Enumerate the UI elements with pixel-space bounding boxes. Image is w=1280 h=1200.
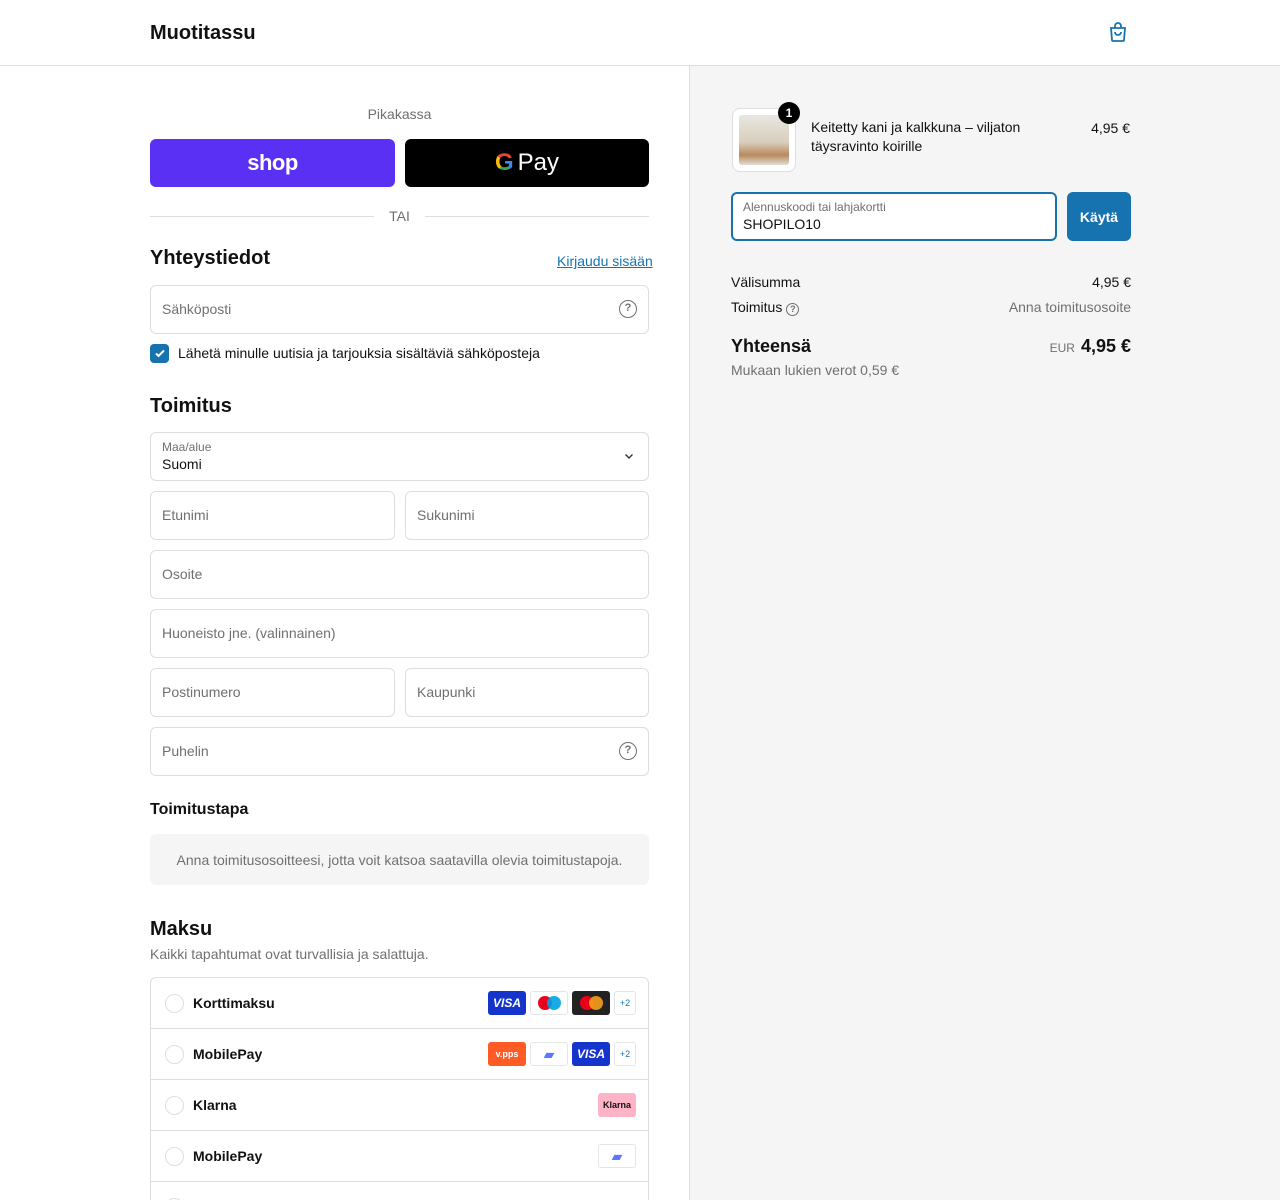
header: Muotitassu	[0, 0, 1280, 66]
checkmark-icon	[154, 349, 165, 358]
payment-option-label: MobilePay	[193, 1148, 263, 1164]
payment-heading: Maksu	[150, 918, 213, 940]
product-name: Keitetty kani ja kalkkuna – viljaton täy…	[811, 119, 1021, 154]
more-cards-badge: +2	[614, 1042, 636, 1066]
shipping-label: Toimitus	[731, 299, 783, 315]
shipping-row: Toimitus? Anna toimitusosoite	[731, 299, 1131, 319]
total-row: Yhteensä EUR 4,95 €	[731, 336, 1131, 357]
apartment-placeholder: Huoneisto jne. (valinnainen)	[162, 625, 336, 641]
maestro-icon	[530, 991, 568, 1015]
help-icon[interactable]: ?	[619, 742, 637, 760]
help-icon[interactable]: ?	[786, 303, 800, 316]
mobilepay-icon: ▰	[530, 1042, 568, 1066]
address-placeholder: Osoite	[162, 566, 203, 582]
first-name-placeholder: Etunimi	[162, 507, 209, 523]
shipping-method-info: Anna toimitusosoitteesi, jotta voit kats…	[150, 834, 649, 885]
mastercard-icon	[572, 991, 610, 1015]
login-link[interactable]: Kirjaudu sisään	[557, 253, 653, 269]
subtotal-value: 4,95 €	[1092, 274, 1131, 290]
mobilepay-icon: ▰	[598, 1144, 636, 1168]
payment-radio[interactable]	[165, 1147, 184, 1166]
country-select[interactable]: Maa/alue Suomi	[150, 432, 649, 481]
shopping-bag-icon[interactable]	[1106, 20, 1130, 44]
payment-methods: Korttimaksu VISA +2 MobilePay v.pps ▰ VI…	[150, 977, 649, 1200]
checkout-form: Pikakassa shop G Pay TAI Yhteystiedot Ki…	[0, 66, 689, 1200]
google-g-icon: G	[494, 149, 514, 176]
more-cards-badge: +2	[614, 991, 636, 1015]
google-pay-button[interactable]: G Pay	[405, 139, 649, 187]
chevron-down-icon	[625, 454, 633, 459]
order-summary: 1 Keitetty kani ja kalkkuna – viljaton t…	[689, 66, 1280, 1200]
last-name-field[interactable]: Sukunimi	[405, 491, 649, 540]
vipps-icon: v.pps	[488, 1042, 526, 1066]
apply-discount-button[interactable]: Käytä	[1067, 192, 1131, 241]
help-icon[interactable]: ?	[619, 300, 637, 318]
total-value: 4,95 €	[1080, 336, 1131, 356]
discount-value: SHOPILO10	[743, 216, 821, 232]
visa-icon: VISA	[488, 991, 526, 1015]
total-currency: EUR	[1049, 341, 1075, 355]
newsletter-row: Lähetä minulle uutisia ja tarjouksia sis…	[150, 343, 540, 363]
visa-icon: VISA	[572, 1042, 610, 1066]
phone-field[interactable]: Puhelin ?	[150, 727, 649, 776]
payment-option-card[interactable]: Korttimaksu VISA +2	[151, 978, 648, 1029]
express-checkout-title: Pikakassa	[367, 106, 432, 122]
last-name-placeholder: Sukunimi	[417, 507, 475, 523]
country-label: Maa/alue	[162, 440, 212, 454]
payment-option-label: MobilePay	[193, 1046, 263, 1062]
city-placeholder: Kaupunki	[417, 684, 476, 700]
klarna-icon: Klarna	[598, 1093, 636, 1117]
postal-code-field[interactable]: Postinumero	[150, 668, 395, 717]
payment-radio[interactable]	[165, 1096, 184, 1115]
address-field[interactable]: Osoite	[150, 550, 649, 599]
product-image	[739, 115, 789, 165]
quantity-badge: 1	[778, 102, 800, 124]
shop-pay-button[interactable]: shop	[150, 139, 395, 187]
contact-heading: Yhteystiedot	[150, 247, 271, 269]
shipping-method-heading: Toimitustapa	[150, 801, 249, 818]
discount-code-field[interactable]: Alennuskoodi tai lahjakortti SHOPILO10	[731, 192, 1057, 241]
payment-option-label: Klarna	[193, 1097, 237, 1113]
shipping-value: Anna toimitusosoite	[1008, 299, 1131, 315]
payment-option-mobilepay[interactable]: MobilePay v.pps ▰ VISA +2	[151, 1029, 648, 1080]
or-divider: TAI	[150, 206, 649, 226]
payment-option-klarna[interactable]: Klarna Klarna	[151, 1080, 648, 1131]
newsletter-label: Lähetä minulle uutisia ja tarjouksia sis…	[178, 345, 540, 361]
or-label: TAI	[389, 208, 410, 224]
email-placeholder: Sähköposti	[162, 301, 232, 317]
subtotal-row: Välisumma 4,95 €	[731, 274, 1131, 294]
tax-note: Mukaan lukien verot 0,59 €	[731, 362, 900, 378]
payment-subtitle: Kaikki tapahtumat ovat turvallisia ja sa…	[150, 946, 429, 962]
delivery-heading: Toimitus	[150, 395, 232, 417]
apartment-field[interactable]: Huoneisto jne. (valinnainen)	[150, 609, 649, 658]
product-price: 4,95 €	[1091, 120, 1130, 136]
city-field[interactable]: Kaupunki	[405, 668, 649, 717]
payment-radio[interactable]	[165, 994, 184, 1013]
payment-radio[interactable]	[165, 1045, 184, 1064]
discount-label: Alennuskoodi tai lahjakortti	[743, 200, 886, 214]
shop-pay-logo: shop	[247, 150, 298, 175]
country-value: Suomi	[162, 456, 202, 472]
phone-placeholder: Puhelin	[162, 743, 209, 759]
google-pay-label: Pay	[517, 149, 560, 176]
payment-option-label: Korttimaksu	[193, 995, 275, 1011]
total-label: Yhteensä	[731, 336, 812, 356]
subtotal-label: Välisumma	[731, 274, 801, 290]
newsletter-checkbox[interactable]	[150, 343, 169, 363]
payment-option-partial[interactable]	[151, 1182, 648, 1200]
postal-code-placeholder: Postinumero	[162, 684, 241, 700]
payment-option-mobilepay[interactable]: MobilePay ▰	[151, 1131, 648, 1182]
store-logo[interactable]: Muotitassu	[150, 22, 256, 45]
email-field[interactable]: Sähköposti ?	[150, 285, 649, 334]
first-name-field[interactable]: Etunimi	[150, 491, 395, 540]
